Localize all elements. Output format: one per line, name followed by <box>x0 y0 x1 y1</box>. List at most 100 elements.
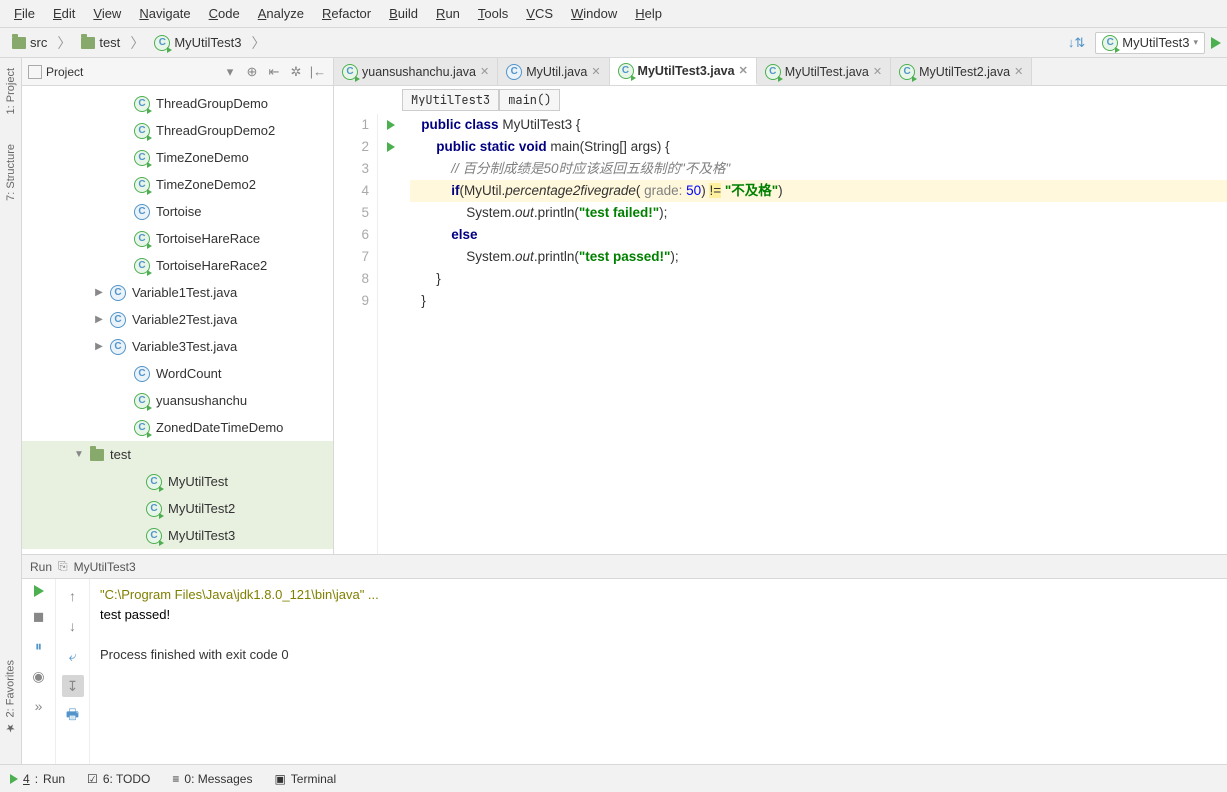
down-button[interactable]: ↓ <box>62 615 84 637</box>
tree-item-timezonedemo2[interactable]: CTimeZoneDemo2 <box>22 171 333 198</box>
menu-run[interactable]: Run <box>428 4 468 23</box>
tree-item-label: Variable1Test.java <box>132 285 237 300</box>
tab-myutil-java[interactable]: CMyUtil.java✕ <box>498 58 609 85</box>
tree-item-label: TortoiseHareRace <box>156 231 260 246</box>
run-line-marker[interactable] <box>387 142 395 152</box>
tree-item-threadgroupdemo[interactable]: C ThreadGroupDemo <box>22 90 333 117</box>
class-icon: C <box>146 528 162 544</box>
menu-file[interactable]: File <box>6 4 43 23</box>
tree-item-tortoiseharerace2[interactable]: CTortoiseHareRace2 <box>22 252 333 279</box>
tree-item-variable2test-java[interactable]: ▶CVariable2Test.java <box>22 306 333 333</box>
folder-icon <box>90 449 104 461</box>
tree-item-test[interactable]: ▼test <box>22 441 333 468</box>
tree-item-myutiltest2[interactable]: C MyUtilTest2 <box>22 495 333 522</box>
menu-vcs[interactable]: VCS <box>518 4 561 23</box>
menu-view[interactable]: View <box>85 4 129 23</box>
tree-item-label: MyUtilTest2 <box>168 501 235 516</box>
tree-item-variable3test-java[interactable]: ▶CVariable3Test.java <box>22 333 333 360</box>
code-breadcrumb: MyUtilTest3 main() <box>334 86 1227 114</box>
tree-item-threadgroupdemo2[interactable]: CThreadGroupDemo2 <box>22 117 333 144</box>
menu-tools[interactable]: Tools <box>470 4 516 23</box>
tab-myutiltest-java[interactable]: CMyUtilTest.java✕ <box>757 58 891 85</box>
stop-button[interactable]: ◼ <box>28 605 50 627</box>
status-run[interactable]: 4: Run <box>10 772 65 786</box>
menu-window[interactable]: Window <box>563 4 625 23</box>
play-icon <box>10 774 18 784</box>
breadcrumb-file[interactable]: CMyUtilTest3 <box>148 33 247 53</box>
gear-icon[interactable]: ✲ <box>287 63 305 81</box>
close-icon[interactable]: ✕ <box>1014 65 1023 78</box>
navbar: src 〉 test 〉 CMyUtilTest3 〉 ↓⇅ CMyUtilTe… <box>0 28 1227 58</box>
tree-item-wordcount[interactable]: CWordCount <box>22 360 333 387</box>
expand-button[interactable]: » <box>28 695 50 717</box>
tree-item-tortoiseharerace[interactable]: C TortoiseHareRace <box>22 225 333 252</box>
tree-item-timezonedemo[interactable]: CTimeZoneDemo <box>22 144 333 171</box>
tool-structure[interactable]: 7: Structure <box>5 144 17 201</box>
tree-item-myutiltest[interactable]: CMyUtilTest <box>22 468 333 495</box>
run-line-marker[interactable] <box>387 120 395 130</box>
breadcrumb: src 〉 test 〉 CMyUtilTest3 〉 <box>6 33 268 53</box>
tool-project[interactable]: 1: Project <box>5 68 17 114</box>
tab-myutiltest3-java[interactable]: CMyUtilTest3.java✕ <box>610 58 757 85</box>
menu-navigate[interactable]: Navigate <box>131 4 198 23</box>
statusbar: 4: Run ☑ 6: TODO ≡ 0: Messages ▣ Termina… <box>0 764 1227 792</box>
close-icon[interactable]: ✕ <box>591 65 600 78</box>
class-icon: C <box>134 177 150 193</box>
code-content[interactable]: public class MyUtilTest3 { public static… <box>404 114 1227 554</box>
menu-help[interactable]: Help <box>627 4 670 23</box>
class-icon: C <box>134 96 150 112</box>
print-button[interactable]: 🖶 <box>62 705 84 727</box>
collapse-icon[interactable]: ⇤ <box>265 63 283 81</box>
menu-code[interactable]: Code <box>201 4 248 23</box>
run-toolbar-left: ◼ ⏸ ◉ » <box>22 579 56 764</box>
status-terminal[interactable]: ▣ Terminal <box>274 772 336 786</box>
run-gutter[interactable] <box>378 114 404 554</box>
breadcrumb-src[interactable]: src <box>6 33 53 52</box>
hide-icon[interactable]: |← <box>309 63 327 81</box>
breadcrumb-test[interactable]: test <box>75 33 126 52</box>
console-exit: Process finished with exit code 0 <box>100 645 1217 665</box>
run-config-icon: ⎘ <box>58 559 68 574</box>
console-output[interactable]: "C:\Program Files\Java\jdk1.8.0_121\bin\… <box>90 579 1227 764</box>
code-editor[interactable]: 123456789 public class MyUtilTest3 { pub… <box>334 114 1227 554</box>
run-panel: Run ⎘ MyUtilTest3 ◼ ⏸ ◉ » ↑ ↓ ⤶ ↧ 🖶 <box>22 554 1227 764</box>
menu-refactor[interactable]: Refactor <box>314 4 379 23</box>
menu-analyze[interactable]: Analyze <box>250 4 312 23</box>
class-icon: C <box>146 501 162 517</box>
tab-yuansushanchu-java[interactable]: Cyuansushanchu.java✕ <box>334 58 498 85</box>
class-icon: C <box>134 231 150 247</box>
wrap-button[interactable]: ⤶ <box>62 645 84 667</box>
target-icon[interactable]: ⊕ <box>243 63 261 81</box>
run-config-selector[interactable]: CMyUtilTest3▾ <box>1095 32 1205 54</box>
status-messages[interactable]: ≡ 0: Messages <box>172 772 252 786</box>
menu-edit[interactable]: Edit <box>45 4 83 23</box>
class-icon: C <box>342 64 358 80</box>
tree-item-variable1test-java[interactable]: ▶CVariable1Test.java <box>22 279 333 306</box>
code-breadcrumb-class[interactable]: MyUtilTest3 <box>402 89 499 111</box>
tree-item-label: ThreadGroupDemo <box>156 96 268 111</box>
camera-button[interactable]: ◉ <box>28 665 50 687</box>
class-run-icon: C <box>154 35 170 51</box>
sync-icon[interactable]: ↓⇅ <box>1064 33 1089 53</box>
run-button[interactable] <box>1211 37 1221 49</box>
tool-favorites[interactable]: ★ 2: Favorites <box>4 660 17 734</box>
tree-item-yuansushanchu[interactable]: Cyuansushanchu <box>22 387 333 414</box>
tree-item-tortoise[interactable]: CTortoise <box>22 198 333 225</box>
tab-myutiltest2-java[interactable]: CMyUtilTest2.java✕ <box>891 58 1032 85</box>
scroll-button[interactable]: ↧ <box>62 675 84 697</box>
status-todo[interactable]: ☑ 6: TODO <box>87 772 150 786</box>
dropdown-icon[interactable]: ▾ <box>221 63 239 81</box>
project-tree[interactable]: CThreadGroupDemoCThreadGroupDemo2CTimeZo… <box>22 86 333 554</box>
editor-tab-bar: Cyuansushanchu.java✕CMyUtil.java✕CMyUtil… <box>334 58 1227 86</box>
close-icon[interactable]: ✕ <box>480 65 489 78</box>
menu-build[interactable]: Build <box>381 4 426 23</box>
up-button[interactable]: ↑ <box>62 585 84 607</box>
class-icon: C <box>765 64 781 80</box>
tree-item-myutiltest3[interactable]: CMyUtilTest3 <box>22 522 333 549</box>
close-icon[interactable]: ✕ <box>739 64 748 77</box>
close-icon[interactable]: ✕ <box>873 65 882 78</box>
tree-item-zoneddatetimedemo[interactable]: CZonedDateTimeDemo <box>22 414 333 441</box>
code-breadcrumb-method[interactable]: main() <box>499 89 560 111</box>
pause-button[interactable]: ⏸ <box>28 635 50 657</box>
rerun-button[interactable] <box>34 585 44 597</box>
